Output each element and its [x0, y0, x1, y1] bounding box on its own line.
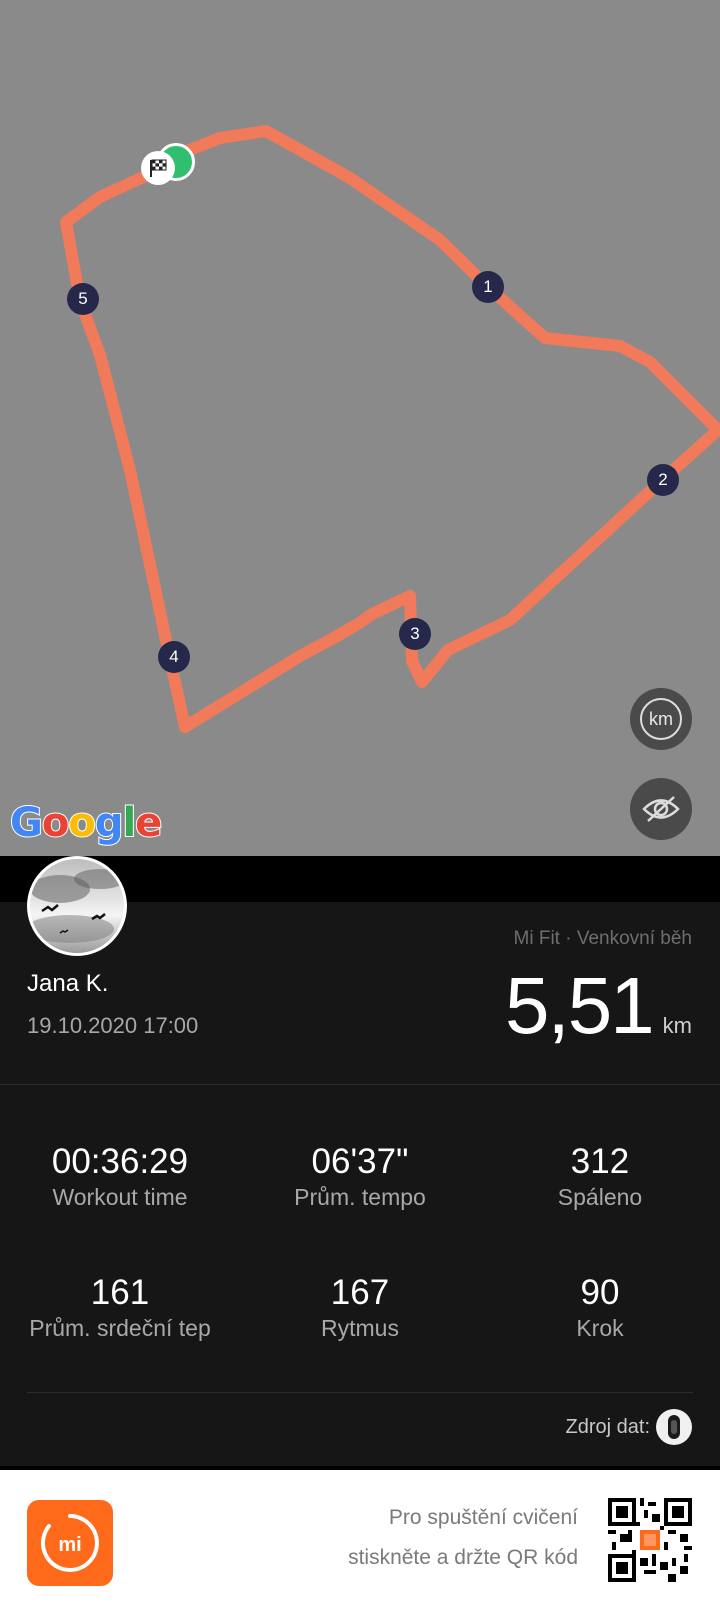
- fitness-band-icon[interactable]: [656, 1409, 692, 1445]
- qr-instructions-line1: Pro spuštění cvičení: [388, 1506, 578, 1529]
- data-source: Zdroj dat:: [566, 1409, 692, 1445]
- share-footer: mi Pro spuštění cvičení stiskněte a držt…: [0, 1470, 720, 1614]
- user-name: Jana K.: [27, 970, 109, 997]
- km-marker-3: 3: [399, 618, 431, 650]
- distance-value: 5,51: [504, 961, 655, 1050]
- km-marker-5: 5: [67, 283, 99, 315]
- avatar: [27, 856, 127, 956]
- stat-avg-heart-rate: 161 Prům. srdeční tep: [0, 1273, 240, 1342]
- workout-datetime: 19.10.2020 17:00: [27, 1013, 199, 1038]
- stat-value: 90: [580, 1273, 620, 1312]
- stat-label: Rytmus: [321, 1315, 399, 1341]
- divider: [27, 1392, 693, 1393]
- route-map[interactable]: 1 2 3 4 5 km Google: [0, 0, 720, 856]
- checkered-flag-icon: [141, 151, 175, 185]
- workout-source-label: Mi Fit · Venkovní běh: [513, 928, 692, 949]
- stat-value: 312: [570, 1142, 630, 1181]
- stat-label: Prům. tempo: [294, 1184, 426, 1210]
- qr-code[interactable]: [608, 1498, 692, 1582]
- stat-label: Workout time: [52, 1184, 188, 1210]
- hide-route-button[interactable]: [630, 778, 692, 840]
- divider: [0, 1084, 720, 1085]
- stat-cadence: 167 Rytmus: [240, 1273, 480, 1342]
- distance-unit: km: [662, 1013, 692, 1038]
- route-line: [60, 125, 720, 733]
- workout-summary-panel: Mi Fit · Venkovní běh Jana K. 19.10.2020…: [0, 902, 720, 1466]
- stat-label: Prům. srdeční tep: [29, 1315, 211, 1341]
- stat-label: Spáleno: [557, 1184, 643, 1210]
- stat-label: Krok: [576, 1315, 624, 1341]
- mi-logo-text: mi: [58, 1534, 81, 1556]
- km-marker-1: 1: [472, 271, 504, 303]
- qr-instructions: Pro spuštění cvičení stiskněte a držte Q…: [348, 1498, 578, 1578]
- stat-workout-time: 00:36:29 Workout time: [0, 1142, 240, 1211]
- google-logo: Google: [9, 799, 163, 847]
- distance: 5,51 km: [505, 960, 692, 1052]
- km-marker-2: 2: [647, 464, 679, 496]
- data-source-label: Zdroj dat:: [565, 1415, 650, 1438]
- stat-stride: 90 Krok: [480, 1273, 720, 1342]
- stat-value: 00:36:29: [51, 1142, 189, 1181]
- km-toggle-button[interactable]: km: [630, 688, 692, 750]
- km-marker-4: 4: [158, 641, 190, 673]
- stat-value: 161: [90, 1273, 150, 1312]
- qr-instructions-line2: stiskněte a držte QR kód: [348, 1546, 578, 1569]
- stat-calories: 312 Spáleno: [480, 1142, 720, 1211]
- km-toggle-label: km: [640, 698, 682, 740]
- eye-off-icon: [642, 796, 680, 822]
- stat-avg-pace: 06'37" Prům. tempo: [240, 1142, 480, 1211]
- stat-value: 06'37": [311, 1142, 409, 1181]
- stat-value: 167: [330, 1273, 390, 1312]
- mi-fit-logo: mi: [27, 1500, 113, 1586]
